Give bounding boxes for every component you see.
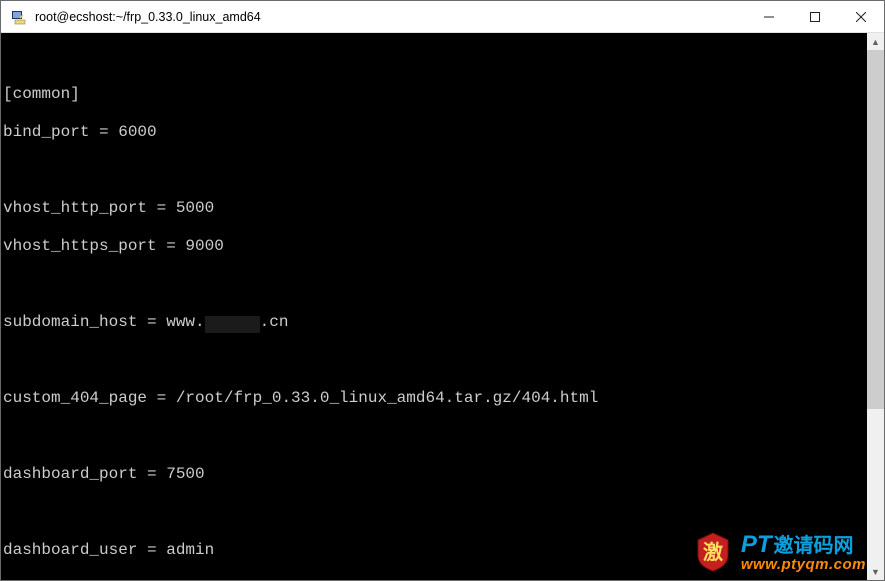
scrollbar-track[interactable] bbox=[867, 50, 884, 563]
config-line: custom_404_page = /root/frp_0.33.0_linux… bbox=[3, 389, 865, 408]
config-line: dashboard_pwd = a bbox=[3, 579, 865, 580]
config-line bbox=[3, 503, 865, 522]
title-bar: root@ecshost:~/frp_0.33.0_linux_amd64 bbox=[1, 1, 884, 33]
scrollbar-thumb[interactable] bbox=[867, 50, 884, 409]
text: dashboard_pwd = bbox=[3, 579, 157, 580]
window-controls bbox=[746, 1, 884, 32]
window-title: root@ecshost:~/frp_0.33.0_linux_amd64 bbox=[35, 10, 261, 24]
config-line: bind_port = 6000 bbox=[3, 123, 865, 142]
config-line bbox=[3, 161, 865, 180]
text: .cn bbox=[260, 313, 289, 331]
config-line: dashboard_user = admin bbox=[3, 541, 865, 560]
putty-icon bbox=[9, 7, 29, 27]
terminal-area: [common] bind_port = 6000 vhost_http_por… bbox=[1, 33, 884, 580]
scroll-down-button[interactable]: ▼ bbox=[867, 563, 884, 580]
text: subdomain_host = www. bbox=[3, 313, 205, 331]
minimize-button[interactable] bbox=[746, 1, 792, 32]
config-line: vhost_http_port = 5000 bbox=[3, 199, 865, 218]
config-line bbox=[3, 427, 865, 446]
config-line: vhost_https_port = 9000 bbox=[3, 237, 865, 256]
redacted-domain bbox=[205, 316, 260, 333]
config-line bbox=[3, 351, 865, 370]
vertical-scrollbar[interactable]: ▲ ▼ bbox=[867, 33, 884, 580]
config-line bbox=[3, 275, 865, 294]
maximize-button[interactable] bbox=[792, 1, 838, 32]
terminal-output[interactable]: [common] bind_port = 6000 vhost_http_por… bbox=[1, 33, 867, 580]
close-button[interactable] bbox=[838, 1, 884, 32]
text: a bbox=[157, 579, 167, 580]
scroll-up-button[interactable]: ▲ bbox=[867, 33, 884, 50]
config-line: subdomain_host = www. .cn bbox=[3, 313, 865, 332]
config-line: [common] bbox=[3, 85, 865, 104]
config-line: dashboard_port = 7500 bbox=[3, 465, 865, 484]
